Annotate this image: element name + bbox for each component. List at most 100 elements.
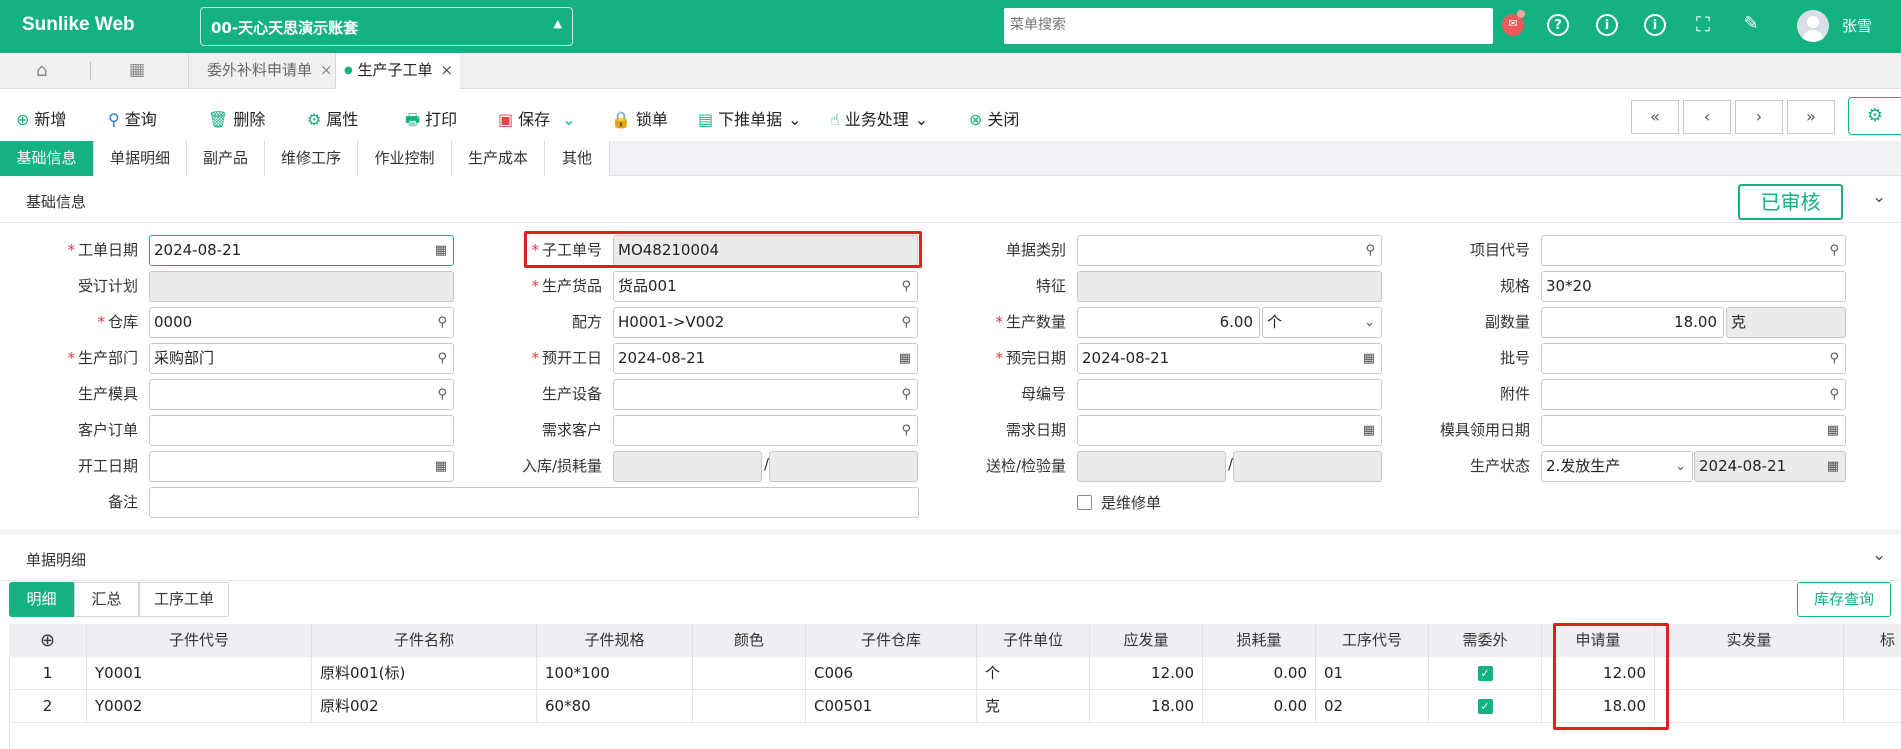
detail-header[interactable]: 单据明细 ⌄ — [0, 535, 1901, 581]
plan-finish-field[interactable]: 2024-08-21 ▦ — [1077, 343, 1382, 374]
cell-warehouse[interactable]: C00501 — [806, 690, 977, 723]
tab-operation-control[interactable]: 作业控制 — [358, 141, 452, 176]
plan-start-field[interactable]: 2024-08-21 ▦ — [613, 343, 918, 374]
work-date-field[interactable]: 2024-08-21 ▦ — [149, 235, 454, 266]
properties-button[interactable]: ⚙ 属性 — [307, 106, 358, 130]
next-record-button[interactable]: › — [1735, 100, 1783, 134]
cell-name[interactable]: 原料002 — [312, 690, 537, 723]
prev-record-button[interactable]: ‹ — [1683, 100, 1731, 134]
cell-outsource[interactable]: ✓ — [1429, 690, 1542, 723]
cell-loss[interactable]: 0.00 — [1203, 657, 1316, 690]
col-header[interactable]: 子件仓库 — [806, 624, 977, 657]
tab-other[interactable]: 其他 — [545, 141, 610, 176]
cell-due[interactable]: 18.00 — [1090, 690, 1203, 723]
search-icon[interactable]: ⚲ — [1829, 380, 1839, 409]
close-icon[interactable]: × — [320, 61, 333, 79]
repair-checkbox[interactable] — [1077, 495, 1092, 510]
search-icon[interactable]: ⚲ — [1365, 236, 1375, 265]
about-icon[interactable]: i — [1644, 14, 1666, 36]
first-record-button[interactable]: « — [1631, 100, 1679, 134]
calendar-icon[interactable]: ▦ — [435, 452, 447, 481]
cell-unit[interactable]: 克 — [977, 690, 1090, 723]
search-icon[interactable]: ⚲ — [437, 308, 447, 337]
tab-doc-details[interactable]: 单据明细 — [94, 141, 187, 176]
search-icon[interactable]: ⚲ — [901, 416, 911, 445]
last-record-button[interactable]: » — [1787, 100, 1835, 134]
product-field[interactable]: 货品001 ⚲ — [613, 271, 918, 302]
stock-query-button[interactable]: 库存查询 — [1797, 582, 1891, 617]
fullscreen-icon[interactable]: ⛶ — [1692, 14, 1714, 36]
cell-color[interactable] — [693, 657, 806, 690]
settings-gear-icon[interactable]: ⚙ — [1848, 97, 1901, 135]
close-icon[interactable]: × — [441, 61, 454, 79]
account-selector[interactable]: 00-天心天思演示账套 ▲ — [200, 7, 573, 46]
search-icon[interactable]: ⚲ — [901, 380, 911, 409]
tab-summary[interactable]: 汇总 — [74, 582, 139, 617]
tab-outsource-supplement[interactable]: 委外补料申请单 × — [188, 53, 336, 89]
formula-field[interactable]: H0001->V002 ⚲ — [613, 307, 918, 338]
query-button[interactable]: ⚲ 查询 — [108, 106, 157, 130]
parent-no-field[interactable] — [1077, 379, 1382, 410]
cust-order-field[interactable] — [149, 415, 454, 446]
cell-process[interactable]: 02 — [1316, 690, 1429, 723]
calendar-icon[interactable]: ▦ — [435, 236, 447, 265]
sub-qty-field[interactable]: 18.00 — [1541, 307, 1724, 338]
avatar[interactable] — [1797, 10, 1829, 42]
prod-status-select[interactable]: 2.发放生产 ⌄ — [1541, 451, 1693, 482]
dept-field[interactable]: 采购部门 ⚲ — [149, 343, 454, 374]
chevron-down-icon[interactable]: ⌄ — [1872, 545, 1886, 565]
clean-icon[interactable]: ✎ — [1740, 14, 1762, 36]
cell-code[interactable]: Y0001 — [87, 657, 312, 690]
cell-spec[interactable]: 60*80 — [537, 690, 693, 723]
equipment-field[interactable]: ⚲ — [613, 379, 918, 410]
search-icon[interactable]: ⚲ — [901, 308, 911, 337]
add-button[interactable]: ⊕ 新增 — [16, 106, 66, 130]
search-icon[interactable]: ⚲ — [901, 272, 911, 301]
qty-unit-select[interactable]: 个 ⌄ — [1262, 307, 1382, 338]
col-header[interactable]: 子件代号 — [87, 624, 312, 657]
print-button[interactable]: 🖶 打印 — [405, 106, 457, 136]
col-header[interactable]: 实发量 — [1655, 624, 1844, 657]
checkbox-checked-icon[interactable]: ✓ — [1477, 699, 1493, 714]
tab-byproduct[interactable]: 副产品 — [187, 141, 265, 176]
chevron-down-icon[interactable]: ⌄ — [1872, 187, 1886, 207]
search-icon[interactable]: ⚲ — [1829, 344, 1839, 373]
cell-actual[interactable] — [1655, 657, 1844, 690]
cell-actual[interactable] — [1655, 690, 1844, 723]
info-icon[interactable]: i — [1596, 14, 1618, 36]
cell-spec[interactable]: 100*100 — [537, 657, 693, 690]
col-header[interactable]: 子件名称 — [312, 624, 537, 657]
cell-due[interactable]: 12.00 — [1090, 657, 1203, 690]
menu-search[interactable] — [1004, 8, 1493, 44]
col-header[interactable]: 子件规格 — [537, 624, 693, 657]
spec-field[interactable]: 30*20 — [1541, 271, 1846, 302]
warehouse-field[interactable]: 0000 ⚲ — [149, 307, 454, 338]
cell-warehouse[interactable]: C006 — [806, 657, 977, 690]
cell-loss[interactable]: 0.00 — [1203, 690, 1316, 723]
push-doc-button[interactable]: ▤ 下推单据 ⌄ — [698, 106, 802, 130]
basic-info-header[interactable]: 基础信息 ⌄ — [0, 177, 1901, 223]
col-header[interactable]: 工序代号 — [1316, 624, 1429, 657]
col-header[interactable]: 标准 — [1844, 624, 1901, 657]
cell-process[interactable]: 01 — [1316, 657, 1429, 690]
menu-search-input[interactable] — [1010, 17, 1487, 33]
batch-field[interactable]: ⚲ — [1541, 343, 1846, 374]
add-row-icon[interactable]: ⊕ — [9, 624, 87, 657]
doc-type-field[interactable]: ⚲ — [1077, 235, 1382, 266]
calendar-icon[interactable]: ▦ — [1363, 344, 1375, 373]
calendar-icon[interactable]: ▦ — [1363, 416, 1375, 445]
demand-cust-field[interactable]: ⚲ — [613, 415, 918, 446]
apps-grid-icon[interactable]: ▦ — [129, 53, 145, 89]
search-icon[interactable]: ⚲ — [437, 344, 447, 373]
tab-repair-process[interactable]: 维修工序 — [265, 141, 358, 176]
user-name[interactable]: 张雪 — [1842, 15, 1872, 36]
remark-field[interactable] — [149, 487, 919, 518]
lock-button[interactable]: 🔒 锁单 — [611, 106, 668, 130]
attachment-field[interactable]: ⚲ — [1541, 379, 1846, 410]
col-header[interactable]: 损耗量 — [1203, 624, 1316, 657]
tab-process-order[interactable]: 工序工单 — [139, 582, 229, 617]
calendar-icon[interactable]: ▦ — [899, 344, 911, 373]
col-header[interactable]: 颜色 — [693, 624, 806, 657]
chevron-down-icon[interactable]: ⌄ — [562, 110, 575, 129]
mold-date-field[interactable]: ▦ — [1541, 415, 1846, 446]
